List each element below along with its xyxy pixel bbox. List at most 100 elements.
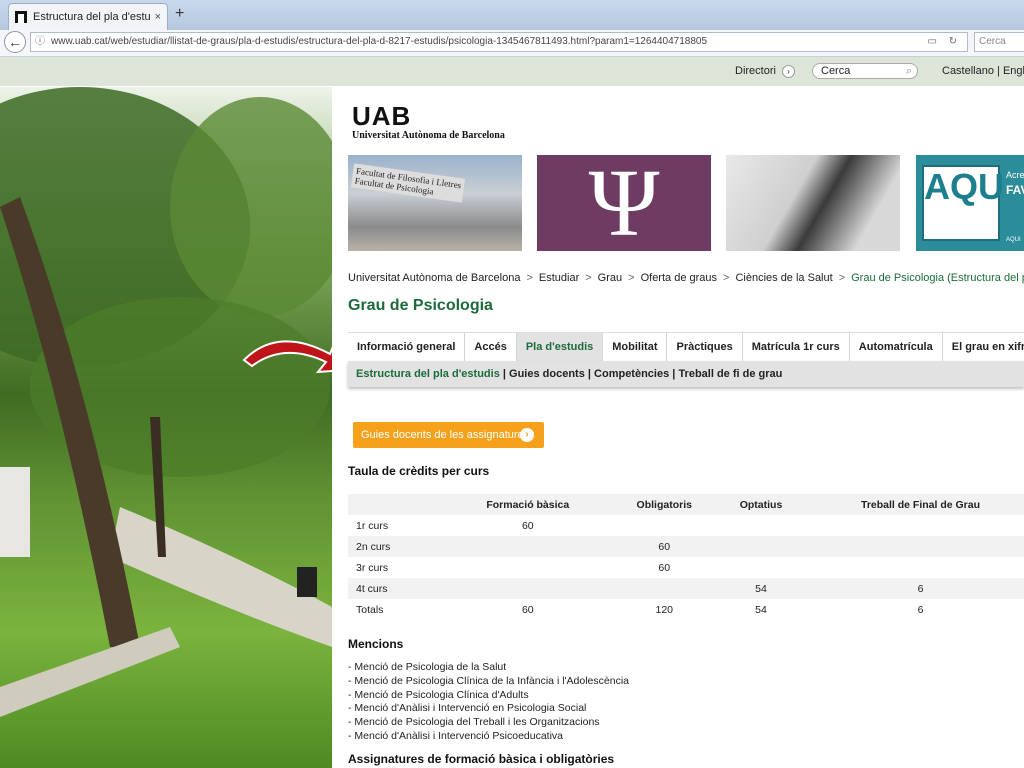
table-cell <box>718 536 804 557</box>
new-tab-icon[interactable]: + <box>175 6 184 22</box>
tab-practiques[interactable]: Pràctiques <box>667 333 743 361</box>
site-search-value: Cerca <box>821 65 851 77</box>
subnav-competencies[interactable]: Competències <box>594 368 669 380</box>
table-header-cell: Formació bàsica <box>446 494 610 515</box>
table-cell: 54 <box>755 603 767 616</box>
table-header-cell: Treball de Final de Grau <box>803 494 1024 515</box>
campus-photo-drawing <box>0 87 332 717</box>
subnav-guies-docents[interactable]: Guies docents <box>509 368 585 380</box>
uab-logo-mark: UAB <box>352 101 412 131</box>
breadcrumb-item[interactable]: Grau <box>598 272 622 284</box>
directori-link[interactable]: Directori › <box>735 65 796 78</box>
table-cell: 120 <box>655 603 674 616</box>
tab-pla-estudis[interactable]: Pla d'estudis <box>516 333 604 361</box>
language-links[interactable]: Castellano | English <box>942 65 1024 77</box>
table-cell: 1r curs <box>356 519 389 532</box>
breadcrumb-sep: > <box>628 272 635 284</box>
subnav-sep: | <box>499 368 510 380</box>
table-cell <box>803 515 1024 536</box>
info-icon[interactable]: ⓘ <box>35 33 45 51</box>
tab-automatricula[interactable]: Automatrícula <box>850 333 943 361</box>
tab-informacio-general[interactable]: Informació general <box>348 333 466 361</box>
list-item: - Menció d'Anàlisi i Intervenció en Psic… <box>348 702 587 715</box>
aqu-logo: AQU <box>922 165 1004 241</box>
breadcrumb-item[interactable]: Universitat Autònoma de Barcelona <box>348 272 520 284</box>
browser-tab-bar: Estructura del pla d'estudis: G × + <box>0 0 1024 30</box>
table-cell <box>446 536 610 557</box>
subnav-sep: | <box>584 368 595 380</box>
chevron-right-circle-icon: › <box>520 428 534 442</box>
chevron-right-icon: › <box>782 65 796 78</box>
table-cell: 60 <box>521 519 534 532</box>
reader-view-icon[interactable]: ▭ <box>928 33 937 51</box>
credits-table: Formació bàsica Obligatoris Optatius Tre… <box>348 494 1024 620</box>
faculty-sign: Facultat de Filosofia i Lletres Facultat… <box>350 163 466 203</box>
breadcrumb-item[interactable]: Estudiar <box>539 272 579 284</box>
psi-symbol: Ψ <box>588 155 660 251</box>
site-search-input[interactable]: Cerca ⌕ <box>812 63 918 79</box>
assignatures-heading: Assignatures de formació bàsica i obliga… <box>348 752 615 766</box>
list-item: - Menció de Psicologia del Treball i les… <box>348 716 600 729</box>
tab-grau-en-xifres[interactable]: El grau en xifres <box>943 333 1024 361</box>
table-cell: 3r curs <box>356 561 389 574</box>
table-cell: 2n curs <box>348 536 446 557</box>
browser-tab[interactable]: Estructura del pla d'estudis: G × <box>8 3 168 30</box>
breadcrumb-sep: > <box>526 272 533 284</box>
table-header-cell: Obligatoris <box>609 494 719 515</box>
guies-docents-button[interactable]: Guies docents de les assignatures › <box>353 422 544 448</box>
uab-favicon-icon <box>15 11 27 23</box>
close-tab-icon[interactable]: × <box>155 11 161 23</box>
table-cell <box>609 578 719 599</box>
table-row: 4t curs 54 6 <box>348 578 1024 599</box>
subnav-treball-fi-grau[interactable]: Treball de fi de grau <box>678 368 782 380</box>
table-cell: 60 <box>609 536 719 557</box>
subnav-estructura[interactable]: Estructura del pla d'estudis <box>356 368 500 380</box>
browser-tab-title: Estructura del pla d'estudis: G <box>33 11 151 23</box>
mencions-list: - Menció de Psicologia de la Salut - Men… <box>348 661 629 744</box>
table-cell <box>446 578 610 599</box>
table-cell <box>803 536 1024 557</box>
search-icon[interactable]: ⌕ <box>906 64 912 78</box>
table-row: 3r curs 60 <box>348 557 1024 578</box>
breadcrumb-sep: > <box>585 272 592 284</box>
breadcrumb-item[interactable]: Oferta de graus <box>641 272 717 284</box>
table-cell <box>803 557 1024 578</box>
address-bar[interactable]: ⓘ www.uab.cat/web/estudiar/llistat-de-gr… <box>30 32 968 52</box>
banner-students[interactable] <box>726 155 900 251</box>
uab-logo[interactable]: UAB Universitat Autònoma de Barcelona <box>352 101 505 141</box>
breadcrumb: Universitat Autònoma de Barcelona > Estudi… <box>348 272 1024 284</box>
list-item: - Menció de Psicologia Clínica d'Adults <box>348 688 529 701</box>
breadcrumb-current: Grau de Psicologia (Estructura del pla d… <box>851 272 1024 284</box>
directori-label: Directori <box>735 65 776 77</box>
site-top-bar: Directori › Cerca ⌕ Castellano | English <box>0 57 1024 86</box>
table-cell <box>610 515 719 536</box>
banner-psi[interactable]: Ψ <box>537 155 711 251</box>
table-cell: 60 <box>658 561 671 574</box>
browser-search-input[interactable]: Cerca <box>974 32 1024 52</box>
aqu-fav-text: FAV <box>1006 183 1024 197</box>
sub-navigation: Estructura del pla d'estudis | Guies doc… <box>348 361 1024 387</box>
breadcrumb-sep: > <box>838 272 846 284</box>
table-cell <box>719 515 803 536</box>
tab-matricula-1r-curs[interactable]: Matrícula 1r curs <box>743 333 850 361</box>
breadcrumb-item[interactable]: Ciències de la Salut <box>735 272 832 284</box>
reload-icon[interactable]: ↻ <box>949 33 957 51</box>
table-header-cell: Optatius <box>718 494 804 515</box>
table-cell: Totals <box>356 603 384 616</box>
url-text: www.uab.cat/web/estudiar/llistat-de-grau… <box>51 36 708 47</box>
table-cell: 54 <box>718 578 804 599</box>
browser-search-placeholder: Cerca <box>979 36 1006 47</box>
back-arrow-icon[interactable]: ← <box>4 31 26 53</box>
table-row: Totals 60 120 54 6 <box>348 599 1024 620</box>
table-header-row: Formació bàsica Obligatoris Optatius Tre… <box>348 494 1024 515</box>
banner-faculty-building[interactable]: Facultat de Filosofia i Lletres Facultat… <box>348 155 522 251</box>
table-cell: 60 <box>521 603 534 616</box>
table-cell <box>719 557 803 578</box>
table-cell: 4t curs <box>348 578 446 599</box>
banner-aqu[interactable]: AQU Acre FAV AQUI <box>916 155 1024 251</box>
table-header-cell <box>348 494 446 515</box>
guies-docents-button-label: Guies docents de les assignatures <box>361 429 530 441</box>
main-tabs: Informació general Accés Pla d'estudis M… <box>348 332 1024 361</box>
tab-mobilitat[interactable]: Mobilitat <box>603 333 668 361</box>
tab-acces[interactable]: Accés <box>465 333 517 361</box>
